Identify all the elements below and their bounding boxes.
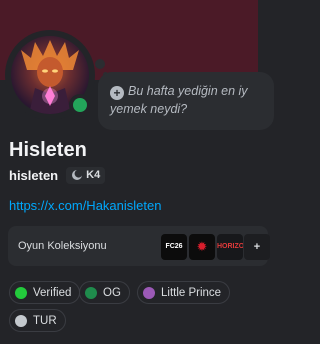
- display-name: Hisleten: [9, 139, 87, 161]
- role-tur[interactable]: TUR: [9, 309, 66, 332]
- status-indicator: [69, 94, 91, 116]
- fc26-icon[interactable]: FC26: [161, 234, 187, 260]
- role-og[interactable]: OG: [79, 281, 130, 304]
- role-color-dot: [15, 286, 27, 299]
- role-color-dot: [85, 286, 97, 299]
- status-prompt-line2: yemek neydi?: [110, 102, 188, 116]
- status-prompt-line1: Bu hafta yediğin en iy: [128, 84, 248, 98]
- crescent-icon: [72, 169, 83, 180]
- role-color-dot: [143, 286, 155, 299]
- more-games-icon[interactable]: +: [244, 234, 270, 260]
- role-label: Verified: [33, 286, 72, 299]
- role-label: OG: [103, 286, 121, 299]
- role-color-dot: [15, 314, 27, 327]
- avatar-frame: [5, 30, 95, 120]
- profile-link[interactable]: https://x.com/Hakanisleten: [9, 198, 161, 213]
- spider-icon[interactable]: ✹: [189, 234, 215, 260]
- forza-horizon-icon[interactable]: HORIZON: [217, 234, 243, 260]
- role-little-prince[interactable]: Little Prince: [137, 281, 231, 304]
- username-row: hisleten K4: [9, 166, 106, 184]
- custom-status-bubble[interactable]: + Bu hafta yediğin en iy yemek neydi?: [98, 72, 274, 130]
- badge-label: K4: [86, 169, 101, 181]
- collection-label: Oyun Koleksiyonu: [18, 240, 107, 252]
- username[interactable]: hisleten: [9, 168, 58, 183]
- online-status-dot: [73, 98, 87, 112]
- role-label: TUR: [33, 314, 57, 327]
- guild-tag-badge[interactable]: K4: [66, 166, 106, 184]
- bubble-tail-large: [95, 59, 105, 69]
- role-label: Little Prince: [161, 286, 222, 299]
- role-verified[interactable]: Verified: [9, 281, 81, 304]
- add-status-icon[interactable]: +: [110, 86, 124, 100]
- game-collection-card[interactable]: Oyun Koleksiyonu FC26 ✹ HORIZON +: [8, 226, 270, 266]
